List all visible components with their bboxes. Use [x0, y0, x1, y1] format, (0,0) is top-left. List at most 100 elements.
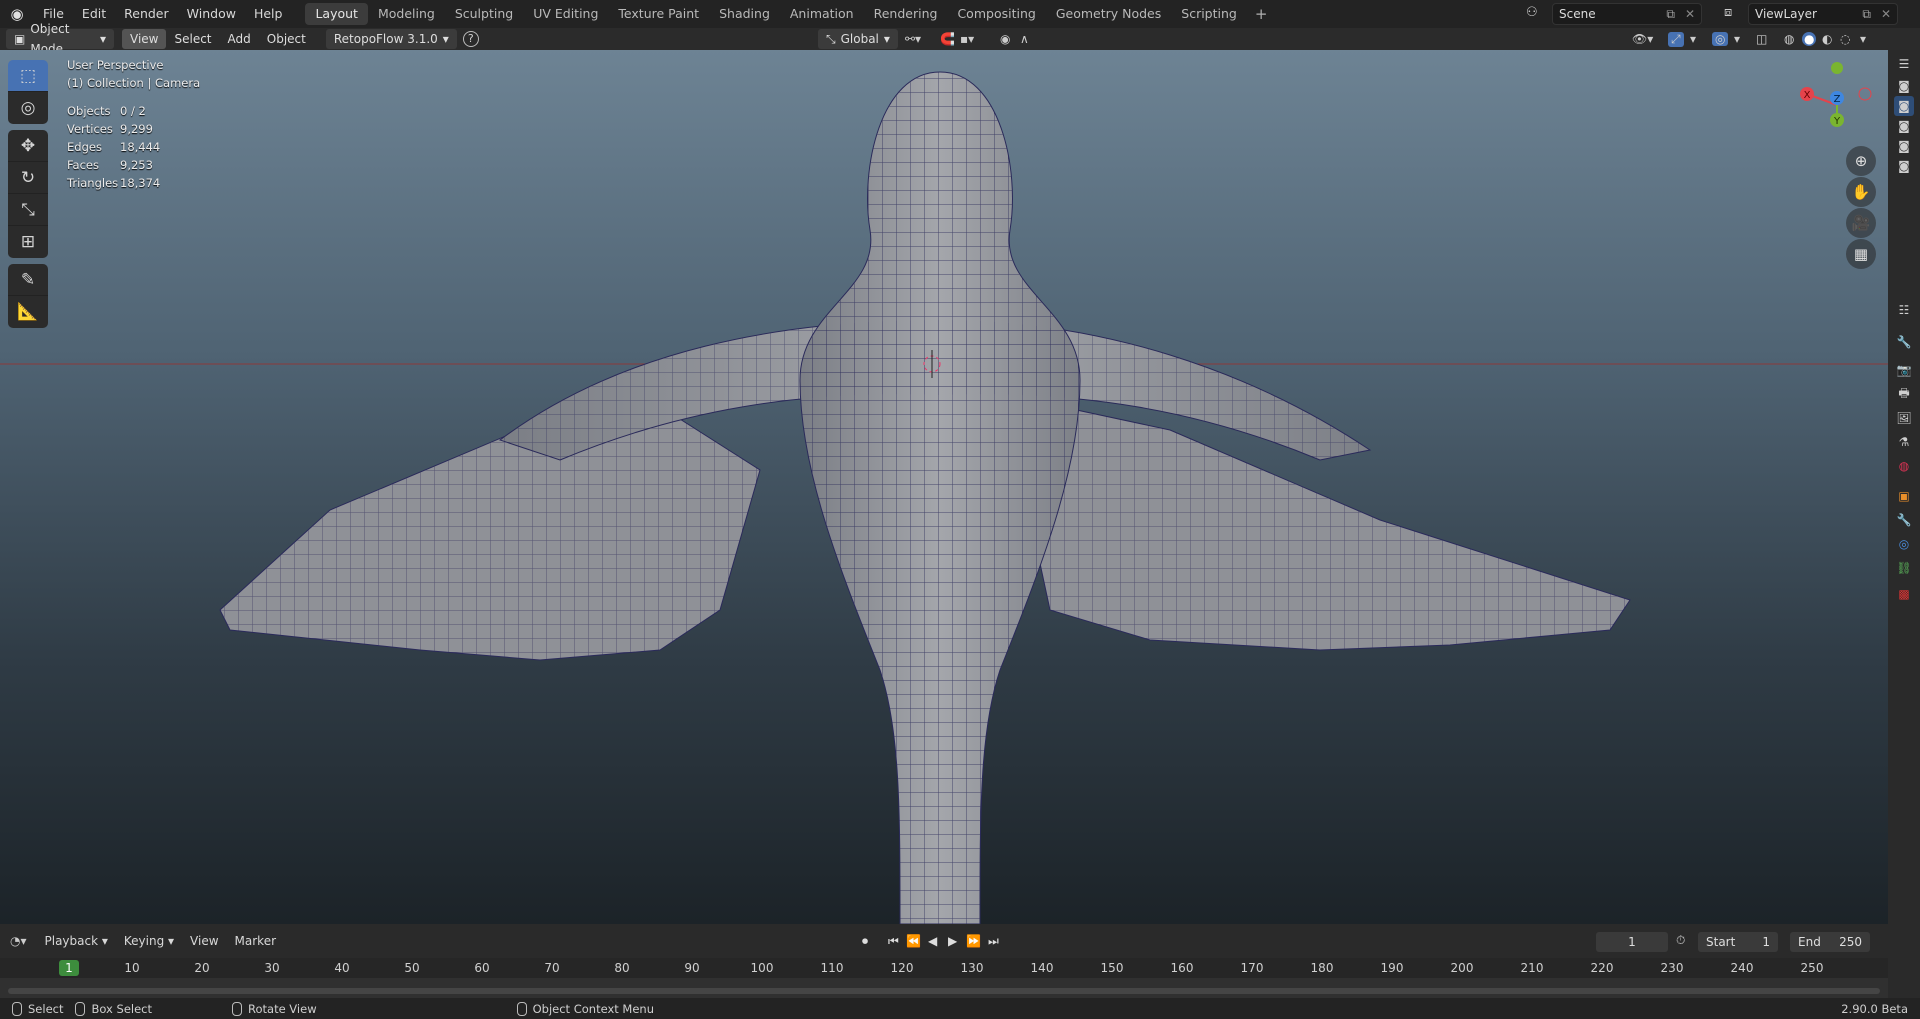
camera-icon[interactable]: ◙ [1894, 116, 1914, 136]
play-icon[interactable]: ▶ [948, 934, 957, 948]
outliner-icon[interactable]: ☰ [1894, 54, 1914, 74]
chevron-down-icon[interactable]: ▾ [1690, 32, 1696, 46]
menu-window[interactable]: Window [178, 0, 245, 28]
close-scene-icon[interactable]: ✕ [1685, 7, 1695, 21]
select-box-tool-icon[interactable]: ⬚ [8, 60, 48, 92]
rotate-tool-icon[interactable]: ↻ [8, 162, 48, 194]
3d-viewport[interactable]: ⬚ ◎ ✥ ↻ ⤡ ⊞ ✎ 📐 User Perspective (1) Col… [0, 50, 1888, 924]
scale-tool-icon[interactable]: ⤡ [8, 194, 48, 226]
tab-texture-paint[interactable]: Texture Paint [608, 3, 709, 25]
chevron-down-icon[interactable]: ▾ [1860, 32, 1866, 46]
chevron-down-icon[interactable]: ▾ [1734, 32, 1740, 46]
view-menu[interactable]: View [122, 29, 167, 49]
add-workspace-button[interactable]: + [1247, 5, 1276, 23]
camera-icon[interactable]: ◙ [1894, 96, 1914, 116]
texture-properties-icon[interactable]: ▩ [1894, 584, 1914, 604]
timeline[interactable]: 1 10 20 30 40 50 60 70 80 90 100 110 120 130 140 150 16… [0, 958, 1888, 998]
view-layer-icon[interactable]: ⧈ [1724, 5, 1732, 20]
overlay-icon[interactable]: ◎ [1712, 32, 1729, 46]
add-menu[interactable]: Add [220, 29, 259, 49]
render-properties-icon[interactable]: 📷 [1894, 360, 1914, 380]
menu-render[interactable]: Render [115, 0, 178, 28]
physics-properties-icon[interactable]: ◎ [1894, 534, 1914, 554]
blender-logo-icon[interactable]: ◉ [0, 0, 34, 28]
cursor-tool-icon[interactable]: ◎ [8, 92, 48, 124]
orientation-dropdown[interactable]: ⤡ Global ▾ [818, 29, 898, 49]
playback-menu[interactable]: Playback ▾ [37, 934, 116, 948]
end-frame-field[interactable]: End 250 [1790, 932, 1870, 952]
wireframe-shading-icon[interactable]: ◍ [1784, 32, 1794, 46]
timeline-view-menu[interactable]: View [182, 934, 226, 948]
help-icon[interactable]: ? [462, 31, 479, 47]
jump-keyframe-forward-icon[interactable]: ⏩ [966, 934, 981, 948]
tab-sculpting[interactable]: Sculpting [445, 3, 523, 25]
object-menu[interactable]: Object [259, 29, 314, 49]
snap-target-icon[interactable]: ▪▾ [960, 32, 974, 46]
keying-menu[interactable]: Keying ▾ [116, 934, 182, 948]
output-properties-icon[interactable]: 🖶 [1894, 384, 1914, 404]
pivot-icon[interactable]: ⚯▾ [905, 32, 921, 46]
falloff-icon[interactable]: ∧ [1020, 32, 1029, 46]
tool-properties-icon[interactable]: 🔧 [1894, 332, 1914, 352]
tab-uv-editing[interactable]: UV Editing [523, 3, 608, 25]
measure-tool-icon[interactable]: 📐 [8, 296, 48, 328]
tab-animation[interactable]: Animation [780, 3, 864, 25]
tab-shading[interactable]: Shading [709, 3, 780, 25]
frame-ruler[interactable]: 1 10 20 30 40 50 60 70 80 90 100 110 120 130 140 150 16… [0, 958, 1888, 978]
tab-layout[interactable]: Layout [305, 3, 368, 25]
menu-help[interactable]: Help [245, 0, 292, 28]
gizmo-toggle-icon[interactable]: ⤢ [1668, 31, 1684, 47]
world-properties-icon[interactable]: ◍ [1894, 456, 1914, 476]
camera-icon[interactable]: ◙ [1894, 156, 1914, 176]
move-tool-icon[interactable]: ✥ [8, 130, 48, 162]
start-frame-field[interactable]: Start 1 [1698, 932, 1778, 952]
scene-properties-icon[interactable]: ⚗ [1894, 432, 1914, 452]
proportional-edit-icon[interactable]: ◉ [1000, 32, 1010, 46]
rendered-shading-icon[interactable]: ◌ [1840, 32, 1850, 46]
close-view-layer-icon[interactable]: ✕ [1881, 7, 1891, 21]
zoom-icon[interactable]: ⊕ [1846, 146, 1876, 176]
camera-view-icon[interactable]: 🎥 [1846, 208, 1876, 238]
retopoflow-dropdown[interactable]: RetopoFlow 3.1.0 ▾ [325, 29, 457, 49]
xray-icon[interactable]: ◫ [1756, 32, 1767, 46]
mode-dropdown[interactable]: ▣ Object Mode ▾ [6, 22, 114, 56]
tab-modeling[interactable]: Modeling [368, 3, 445, 25]
play-reverse-icon[interactable]: ◀ [928, 934, 937, 948]
pan-hand-icon[interactable]: ✋ [1846, 177, 1876, 207]
transform-tool-icon[interactable]: ⊞ [8, 226, 48, 258]
tab-compositing[interactable]: Compositing [947, 3, 1045, 25]
view-layer-properties-icon[interactable]: 🖼 [1894, 408, 1914, 428]
modifier-properties-icon[interactable]: 🔧 [1894, 510, 1914, 530]
preview-range-icon[interactable]: ⏱ [1676, 933, 1685, 948]
snap-icon[interactable]: 🧲 [940, 32, 955, 46]
record-icon[interactable]: ⏺ [862, 934, 868, 949]
select-menu[interactable]: Select [166, 29, 219, 49]
current-frame-marker[interactable]: 1 [59, 960, 79, 976]
constraint-properties-icon[interactable]: ⛓ [1894, 558, 1914, 578]
current-frame-field[interactable]: 1 [1596, 932, 1668, 952]
solid-shading-icon[interactable]: ● [1802, 32, 1817, 46]
jump-keyframe-back-icon[interactable]: ⏪ [906, 934, 921, 948]
camera-icon[interactable]: ◙ [1894, 76, 1914, 96]
editor-type-icon[interactable]: ◔▾ [10, 934, 27, 948]
annotate-tool-icon[interactable]: ✎ [8, 264, 48, 296]
navigation-gizmo[interactable]: X Z Y [1792, 60, 1882, 150]
tab-geometry-nodes[interactable]: Geometry Nodes [1046, 3, 1171, 25]
material-shading-icon[interactable]: ◐ [1822, 32, 1832, 46]
visibility-icon[interactable]: 👁▾ [1632, 32, 1653, 46]
camera-icon[interactable]: ◙ [1894, 136, 1914, 156]
copy-scene-icon[interactable]: ⧉ [1666, 7, 1675, 22]
jump-start-icon[interactable]: ⏮ [888, 934, 899, 949]
tab-rendering[interactable]: Rendering [864, 3, 948, 25]
timeline-scrollbar[interactable] [8, 988, 1880, 994]
ortho-toggle-icon[interactable]: ▦ [1846, 239, 1876, 269]
marker-menu[interactable]: Marker [227, 934, 284, 948]
object-properties-icon[interactable]: ▣ [1894, 486, 1914, 506]
view-layer-selector[interactable]: ViewLayer ⧉ ✕ [1748, 3, 1898, 25]
properties-editor-icon[interactable]: ☷ [1894, 300, 1914, 320]
copy-view-layer-icon[interactable]: ⧉ [1862, 7, 1871, 22]
tab-scripting[interactable]: Scripting [1171, 3, 1247, 25]
scene-selector[interactable]: Scene ⧉ ✕ [1552, 3, 1702, 25]
scene-icon[interactable]: ⚇ [1526, 5, 1538, 20]
jump-end-icon[interactable]: ⏭ [988, 934, 999, 949]
